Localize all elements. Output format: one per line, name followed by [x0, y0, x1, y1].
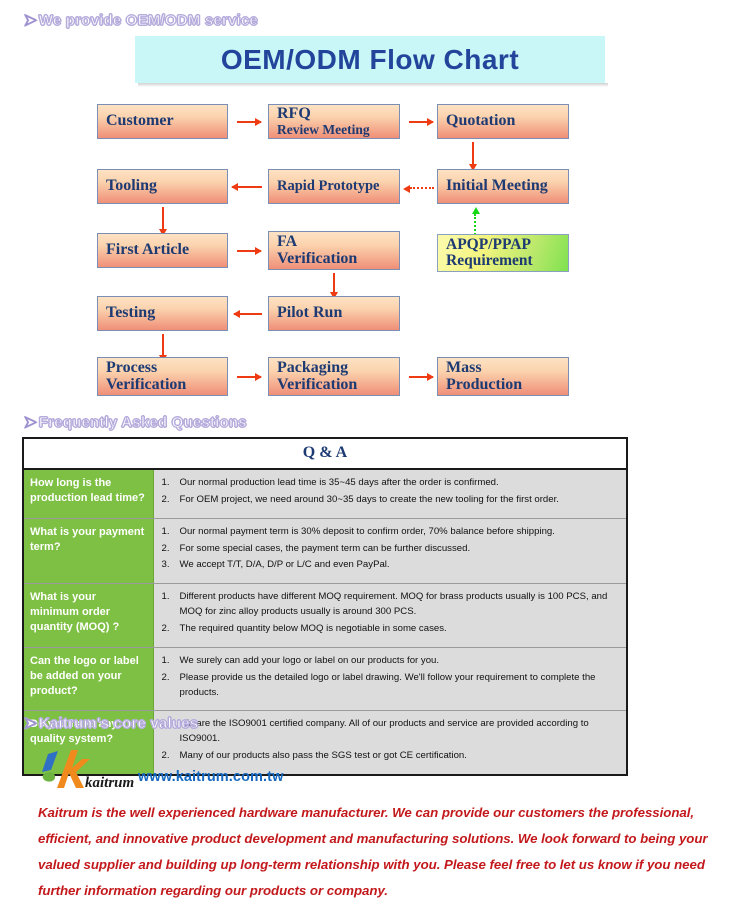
qa-title: Q & A	[22, 437, 628, 470]
flow-box-fa-verification-line2: Verification	[277, 249, 358, 267]
flow-box-pilot-run[interactable]: Pilot Run	[268, 296, 400, 331]
flow-box-packaging-verification-line2: Verification	[277, 375, 358, 393]
arrow-bullet-icon: ➤	[24, 715, 38, 733]
qa-answer-1: 1. Our normal production lead time is 35~…	[152, 468, 628, 519]
section-heading-faq: ➤ Frequently Asked Questions	[24, 413, 248, 432]
qa-answer-text: The required quantity below MOQ is negot…	[179, 623, 447, 635]
qa-answer-num: 1.	[161, 591, 170, 603]
flow-box-initial-meeting[interactable]: Initial Meeting	[437, 169, 569, 204]
flowchart-banner-title: OEM/ODM Flow Chart	[220, 43, 520, 75]
qa-answer-3: 1. Different products have different MOQ …	[152, 583, 628, 648]
flow-box-testing[interactable]: Testing	[97, 296, 228, 331]
flow-box-process-verification[interactable]: Process Verification	[97, 357, 228, 396]
qa-answer-text: Different products have different MOQ re…	[179, 591, 608, 618]
flow-box-rfq[interactable]: RFQ Review Meeting	[268, 104, 400, 139]
qa-answer-num: 1.	[161, 654, 170, 666]
arrow-pilot-run-to-testing	[234, 313, 262, 315]
flow-box-first-article-line1: First Article	[106, 241, 190, 259]
banner-shadow	[138, 83, 608, 87]
qa-answer-text: Our normal production lead time is 35~45…	[179, 477, 499, 488]
qa-answer-text: We surely can add your logo or label on …	[179, 654, 440, 666]
table-row: What is your payment term? 1. Our normal …	[22, 517, 628, 585]
table-row: Can the logo or label be added on your p…	[22, 646, 628, 712]
flow-box-mass-production-line1: Mass	[446, 358, 482, 376]
section-heading-core-values-label: Kaitrum's core values	[38, 715, 199, 733]
qa-question-1: How long is the production lead time?	[22, 468, 154, 519]
company-blurb: Kaitrum is the well experienced hardware…	[38, 805, 708, 898]
arrow-rapid-prototype-to-tooling	[232, 186, 262, 188]
flowchart: OEM/ODM Flow Chart Customer RFQ Review M…	[0, 0, 750, 410]
flow-box-rapid-prototype[interactable]: Rapid Prototype	[268, 169, 400, 204]
table-row: What is your minimum order quantity (MOQ…	[22, 583, 628, 648]
qa-answer-num: 2.	[161, 542, 170, 554]
qa-question-3: What is your minimum order quantity (MOQ…	[22, 583, 154, 648]
flow-box-apqp-ppap-line1: APQP/PPAP	[446, 235, 531, 253]
flow-box-packaging-verification[interactable]: Packaging Verification	[268, 357, 400, 396]
arrow-fa-verification-to-pilot-run	[330, 273, 338, 299]
flow-box-rfq-line1: RFQ	[277, 104, 311, 122]
qa-answer-num: 3.	[161, 559, 170, 571]
qa-answer-text: We accept T/T, D/A, D/P or L/C and even …	[179, 559, 390, 571]
qa-title-row: Q & A	[22, 437, 628, 470]
section-heading-core-values: ➤ Kaitrum's core values	[24, 714, 199, 733]
qa-answer-2: 1. Our normal payment term is 30% deposit…	[152, 517, 628, 585]
arrow-customer-to-rfq	[237, 118, 262, 126]
arrow-apqp-to-initial-meeting	[472, 207, 480, 235]
flow-box-quotation-line1: Quotation	[446, 112, 516, 130]
qa-answer-text: Please provide us the detailed logo or l…	[179, 671, 596, 698]
flow-box-tooling[interactable]: Tooling	[97, 169, 228, 204]
flow-box-pilot-run-line1: Pilot Run	[277, 304, 343, 322]
flow-box-testing-line1: Testing	[106, 304, 156, 322]
arrow-bullet-icon: ➤	[24, 414, 38, 432]
qa-question-4: Can the logo or label be added on your p…	[22, 646, 154, 712]
flow-box-fa-verification-line1: FA	[277, 232, 298, 250]
arrow-rfq-to-quotation	[409, 118, 434, 126]
qa-answer-num: 2.	[161, 493, 170, 505]
arrow-initial-meeting-to-rapid-prototype	[403, 185, 434, 193]
qa-answer-num: 2.	[161, 623, 170, 635]
arrow-first-article-to-fa-verification	[237, 247, 262, 255]
arrow-tooling-to-first-article	[159, 207, 167, 236]
flow-box-process-verification-line2: Verification	[106, 375, 187, 393]
qa-answer-text: Our normal payment term is 30% deposit t…	[179, 525, 555, 537]
section-heading-faq-label: Frequently Asked Questions	[38, 414, 247, 432]
arrow-quotation-to-initial-meeting	[469, 142, 477, 171]
flow-box-fa-verification[interactable]: FA Verification	[268, 231, 400, 270]
qa-answer-num: 2.	[161, 671, 170, 683]
qa-answer-text: For OEM project, we need around 30~35 da…	[179, 493, 559, 505]
flow-box-first-article[interactable]: First Article	[97, 233, 228, 268]
qa-answer-5: 1. We are the ISO9001 certified company. …	[152, 710, 628, 776]
qa-answer-text: Many of our products also pass the SGS t…	[179, 750, 467, 762]
flow-box-customer[interactable]: Customer	[97, 104, 228, 139]
flow-box-apqp-ppap-line2: Requirement	[446, 252, 533, 269]
flow-box-initial-meeting-line1: Initial Meeting	[446, 177, 548, 195]
flow-box-quotation[interactable]: Quotation	[437, 104, 569, 139]
flow-box-mass-production[interactable]: Mass Production	[437, 357, 569, 396]
website-link[interactable]: www.kaitrum.com.tw	[138, 769, 283, 785]
table-row: How long is the production lead time? 1.…	[22, 468, 628, 519]
arrow-packaging-to-mass-production	[409, 373, 434, 381]
qa-answer-num: 1.	[161, 477, 170, 488]
flow-box-customer-line1: Customer	[106, 112, 174, 130]
flow-box-rfq-line2: Review Meeting	[277, 121, 370, 137]
qa-answer-text: We are the ISO9001 certified company. Al…	[179, 718, 589, 745]
flow-box-packaging-verification-line1: Packaging	[277, 358, 349, 376]
flow-box-tooling-line1: Tooling	[106, 177, 157, 195]
flow-box-mass-production-line2: Production	[446, 375, 523, 393]
qa-answer-text: For some special cases, the payment term…	[179, 542, 471, 554]
flow-box-process-verification-line1: Process	[106, 358, 158, 376]
flowchart-banner: OEM/ODM Flow Chart	[135, 36, 605, 83]
qa-answer-num: 1.	[161, 525, 170, 537]
arrow-testing-to-process-verification	[159, 334, 167, 362]
kaitrum-wordmark: kaitrum	[85, 775, 134, 791]
qa-question-2: What is your payment term?	[22, 517, 154, 585]
flow-box-rapid-prototype-line1: Rapid Prototype	[277, 177, 380, 194]
arrow-process-to-packaging	[237, 373, 262, 381]
qa-answer-4: 1. We surely can add your logo or label o…	[152, 646, 628, 712]
flow-box-apqp-ppap[interactable]: APQP/PPAP Requirement	[437, 234, 569, 272]
